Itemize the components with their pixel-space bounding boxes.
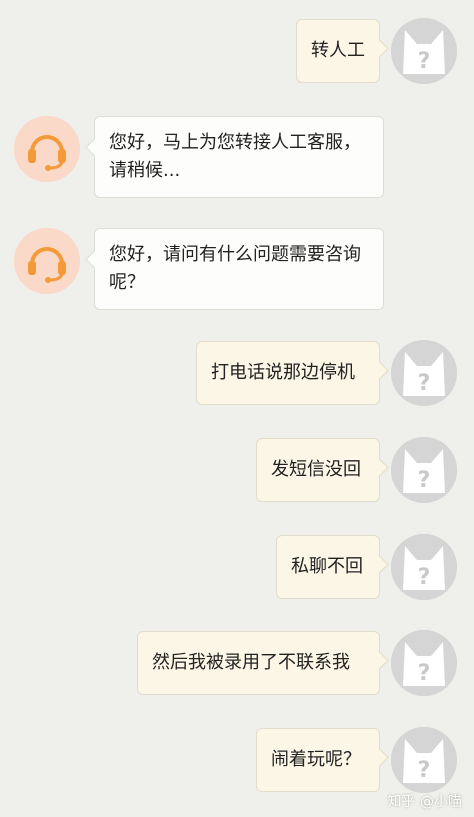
chat-message-agent: 您好，请问有什么问题需要咨询呢？ <box>0 228 474 310</box>
placeholder-cat-avatar-icon: ? <box>391 534 457 600</box>
message-text: 发短信没回 <box>271 459 361 480</box>
message-bubble[interactable]: 闹着玩呢？ <box>256 728 380 792</box>
chat-message-user: 闹着玩呢？ ? <box>0 727 474 795</box>
chat-message-user: 然后我被录用了不联系我 ? <box>0 630 474 698</box>
chat-message-user: 打电话说那边停机 ? <box>0 340 474 408</box>
user-avatar[interactable]: ? <box>391 727 457 793</box>
message-text: 私聊不回 <box>291 556 363 577</box>
message-text: 您好，请问有什么问题需要咨询呢？ <box>109 244 361 293</box>
user-avatar[interactable]: ? <box>391 437 457 503</box>
chat-thread: 转人工 ? 您好，马上为您转接人工客服，请稍候... 您好，请问有什么问题需要咨… <box>0 0 474 817</box>
placeholder-cat-avatar-icon: ? <box>391 437 457 503</box>
message-bubble[interactable]: 您好，请问有什么问题需要咨询呢？ <box>94 228 384 310</box>
message-text: 打电话说那边停机 <box>211 362 355 383</box>
placeholder-cat-avatar-icon: ? <box>391 340 457 406</box>
placeholder-cat-avatar-icon: ? <box>391 18 457 84</box>
svg-text:?: ? <box>418 758 431 783</box>
message-bubble[interactable]: 私聊不回 <box>276 535 380 599</box>
message-bubble[interactable]: 转人工 <box>296 19 380 83</box>
user-avatar[interactable]: ? <box>391 534 457 600</box>
message-bubble[interactable]: 您好，马上为您转接人工客服，请稍候... <box>94 116 384 198</box>
user-avatar[interactable]: ? <box>391 18 457 84</box>
message-text: 您好，马上为您转接人工客服，请稍候... <box>109 132 361 181</box>
message-bubble[interactable]: 发短信没回 <box>256 438 380 502</box>
message-text: 闹着玩呢？ <box>271 749 361 770</box>
chat-message-agent: 您好，马上为您转接人工客服，请稍候... <box>0 116 474 198</box>
message-bubble[interactable]: 打电话说那边停机 <box>196 341 380 405</box>
watermark: 知乎 @小喵 <box>387 794 462 810</box>
chat-message-user: 转人工 ? <box>0 18 474 86</box>
agent-avatar[interactable] <box>14 116 80 182</box>
svg-text:?: ? <box>418 49 431 74</box>
agent-avatar[interactable] <box>14 228 80 294</box>
headset-icon <box>14 228 80 294</box>
placeholder-cat-avatar-icon: ? <box>391 727 457 793</box>
svg-text:?: ? <box>418 468 431 493</box>
svg-text:?: ? <box>418 565 431 590</box>
message-text: 然后我被录用了不联系我 <box>152 652 350 673</box>
svg-text:?: ? <box>418 661 431 686</box>
svg-text:?: ? <box>418 371 431 396</box>
placeholder-cat-avatar-icon: ? <box>391 630 457 696</box>
user-avatar[interactable]: ? <box>391 630 457 696</box>
message-text: 转人工 <box>311 40 365 61</box>
chat-message-user: 发短信没回 ? <box>0 437 474 505</box>
headset-icon <box>14 116 80 182</box>
message-bubble[interactable]: 然后我被录用了不联系我 <box>137 631 380 695</box>
user-avatar[interactable]: ? <box>391 340 457 406</box>
chat-message-user: 私聊不回 ? <box>0 534 474 602</box>
